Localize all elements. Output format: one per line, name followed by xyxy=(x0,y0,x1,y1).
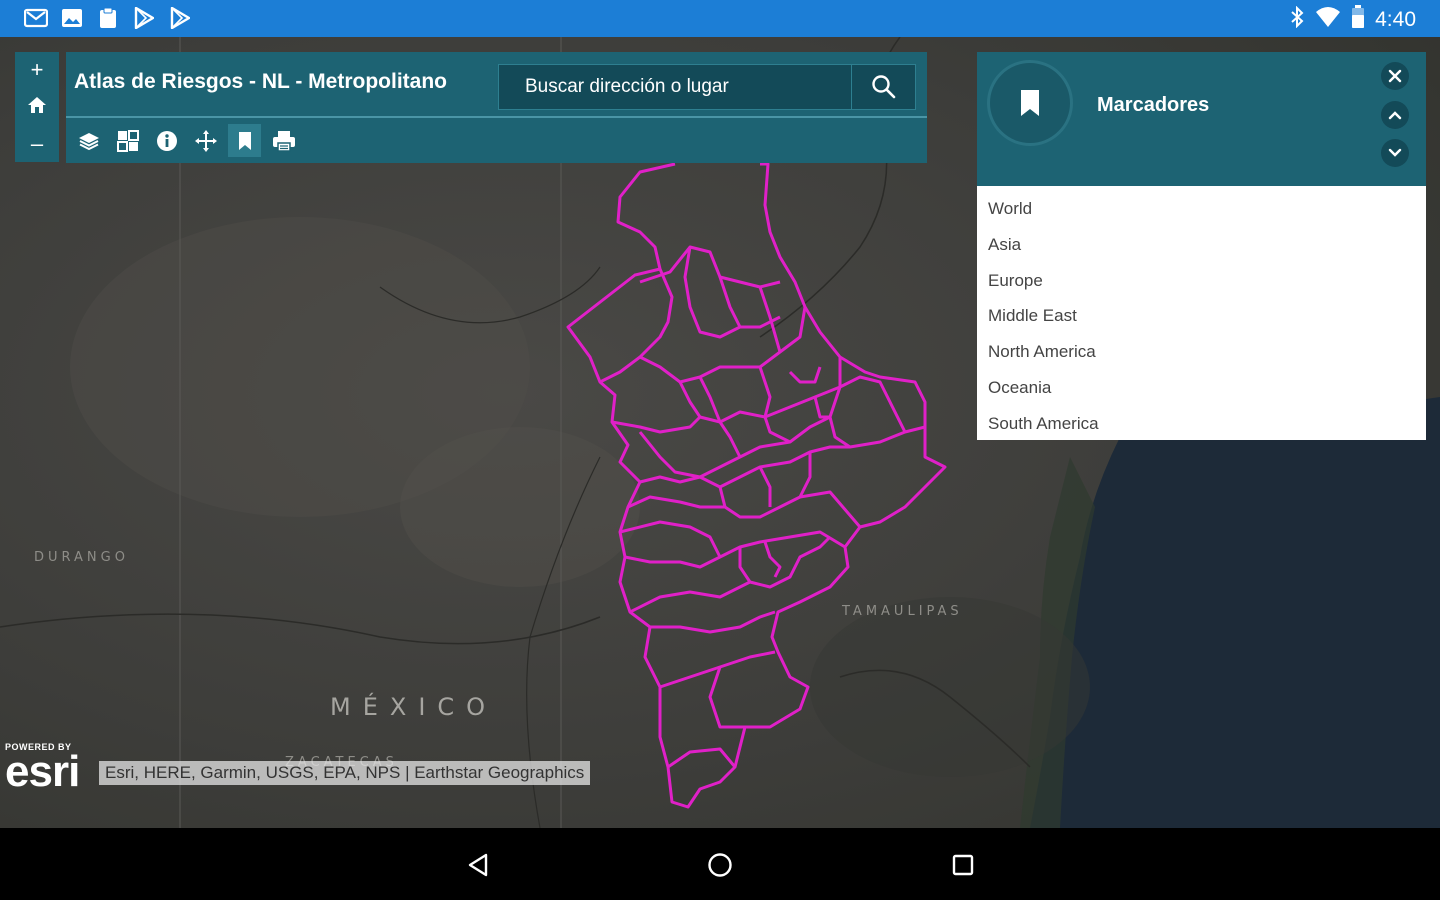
expand-panel-button[interactable] xyxy=(1381,139,1409,167)
back-icon xyxy=(468,853,488,877)
app-title: Atlas de Riesgos - NL - Metropolitano xyxy=(74,70,447,93)
layers-button[interactable] xyxy=(72,124,105,157)
info-button[interactable] xyxy=(150,124,183,157)
android-nav-bar xyxy=(0,828,1440,900)
home-button[interactable] xyxy=(700,848,740,882)
pan-button[interactable] xyxy=(189,124,222,157)
print-icon xyxy=(272,130,295,152)
back-button[interactable] xyxy=(458,848,498,882)
search-input[interactable] xyxy=(499,65,851,109)
map-label-durango: DURANGO xyxy=(34,550,129,565)
map-attribution[interactable]: Esri, HERE, Garmin, USGS, EPA, NPS | Ear… xyxy=(99,761,591,785)
bookmark-item-world[interactable]: World xyxy=(977,196,1426,232)
clipboard-icon xyxy=(96,6,120,30)
bookmark-icon xyxy=(238,131,251,150)
header-divider xyxy=(66,116,927,118)
home-icon xyxy=(28,96,46,113)
play-store-icon xyxy=(132,6,156,30)
info-icon xyxy=(156,130,177,151)
esri-wordmark: esri xyxy=(5,747,80,796)
layers-icon xyxy=(78,132,99,150)
print-button[interactable] xyxy=(267,124,300,157)
battery-icon xyxy=(1351,5,1365,34)
search-button[interactable] xyxy=(851,65,915,109)
collapse-panel-button[interactable] xyxy=(1381,101,1409,129)
bookmark-item-south-america[interactable]: South America xyxy=(977,411,1426,447)
zoom-toolbar: + – xyxy=(15,52,59,162)
chevron-up-icon xyxy=(1388,111,1402,120)
bookmark-item-oceania[interactable]: Oceania xyxy=(977,375,1426,411)
image-icon xyxy=(60,6,84,30)
bookmarks-list: World Asia Europe Middle East North Amer… xyxy=(977,186,1426,440)
bluetooth-icon xyxy=(1289,5,1305,33)
map-label-tamaulipas: TAMAULIPAS xyxy=(842,604,963,619)
bookmark-item-asia[interactable]: Asia xyxy=(977,232,1426,268)
basemap-icon xyxy=(116,129,139,152)
search-icon xyxy=(871,75,895,99)
search-box xyxy=(498,64,916,110)
recents-icon xyxy=(952,854,974,876)
bookmarks-badge xyxy=(987,60,1073,146)
zoom-out-button[interactable]: – xyxy=(22,132,52,155)
home-circle-icon xyxy=(708,853,732,877)
bookmarks-button[interactable] xyxy=(228,124,261,157)
clock: 4:40 xyxy=(1375,7,1416,31)
recents-button[interactable] xyxy=(943,848,983,882)
wifi-icon xyxy=(1315,6,1341,33)
bookmarks-header: Marcadores xyxy=(977,52,1426,186)
esri-logo[interactable]: POWERED BY esri xyxy=(5,742,80,796)
chevron-down-icon xyxy=(1388,148,1402,157)
gmail-icon xyxy=(24,6,48,30)
map-label-mexico: MÉXICO xyxy=(330,693,498,721)
basemap-gallery-button[interactable] xyxy=(111,124,144,157)
zoom-in-button[interactable]: + xyxy=(22,59,52,81)
bookmark-item-europe[interactable]: Europe xyxy=(977,268,1426,304)
bookmarks-title: Marcadores xyxy=(1097,94,1210,116)
app-header: Atlas de Riesgos - NL - Metropolitano xyxy=(66,52,927,163)
play-store-icon xyxy=(168,6,192,30)
move-icon xyxy=(194,129,217,152)
bookmark-item-north-america[interactable]: North America xyxy=(977,339,1426,375)
bookmark-item-middle-east[interactable]: Middle East xyxy=(977,303,1426,339)
close-icon xyxy=(1388,69,1402,83)
home-extent-button[interactable] xyxy=(22,96,52,118)
close-panel-button[interactable] xyxy=(1381,62,1409,90)
widget-toolbar xyxy=(72,124,300,157)
bookmark-icon xyxy=(1021,90,1039,116)
bookmarks-panel: Marcadores World Asia Europe Middle East… xyxy=(977,52,1426,440)
status-bar: 4:40 xyxy=(0,0,1440,37)
